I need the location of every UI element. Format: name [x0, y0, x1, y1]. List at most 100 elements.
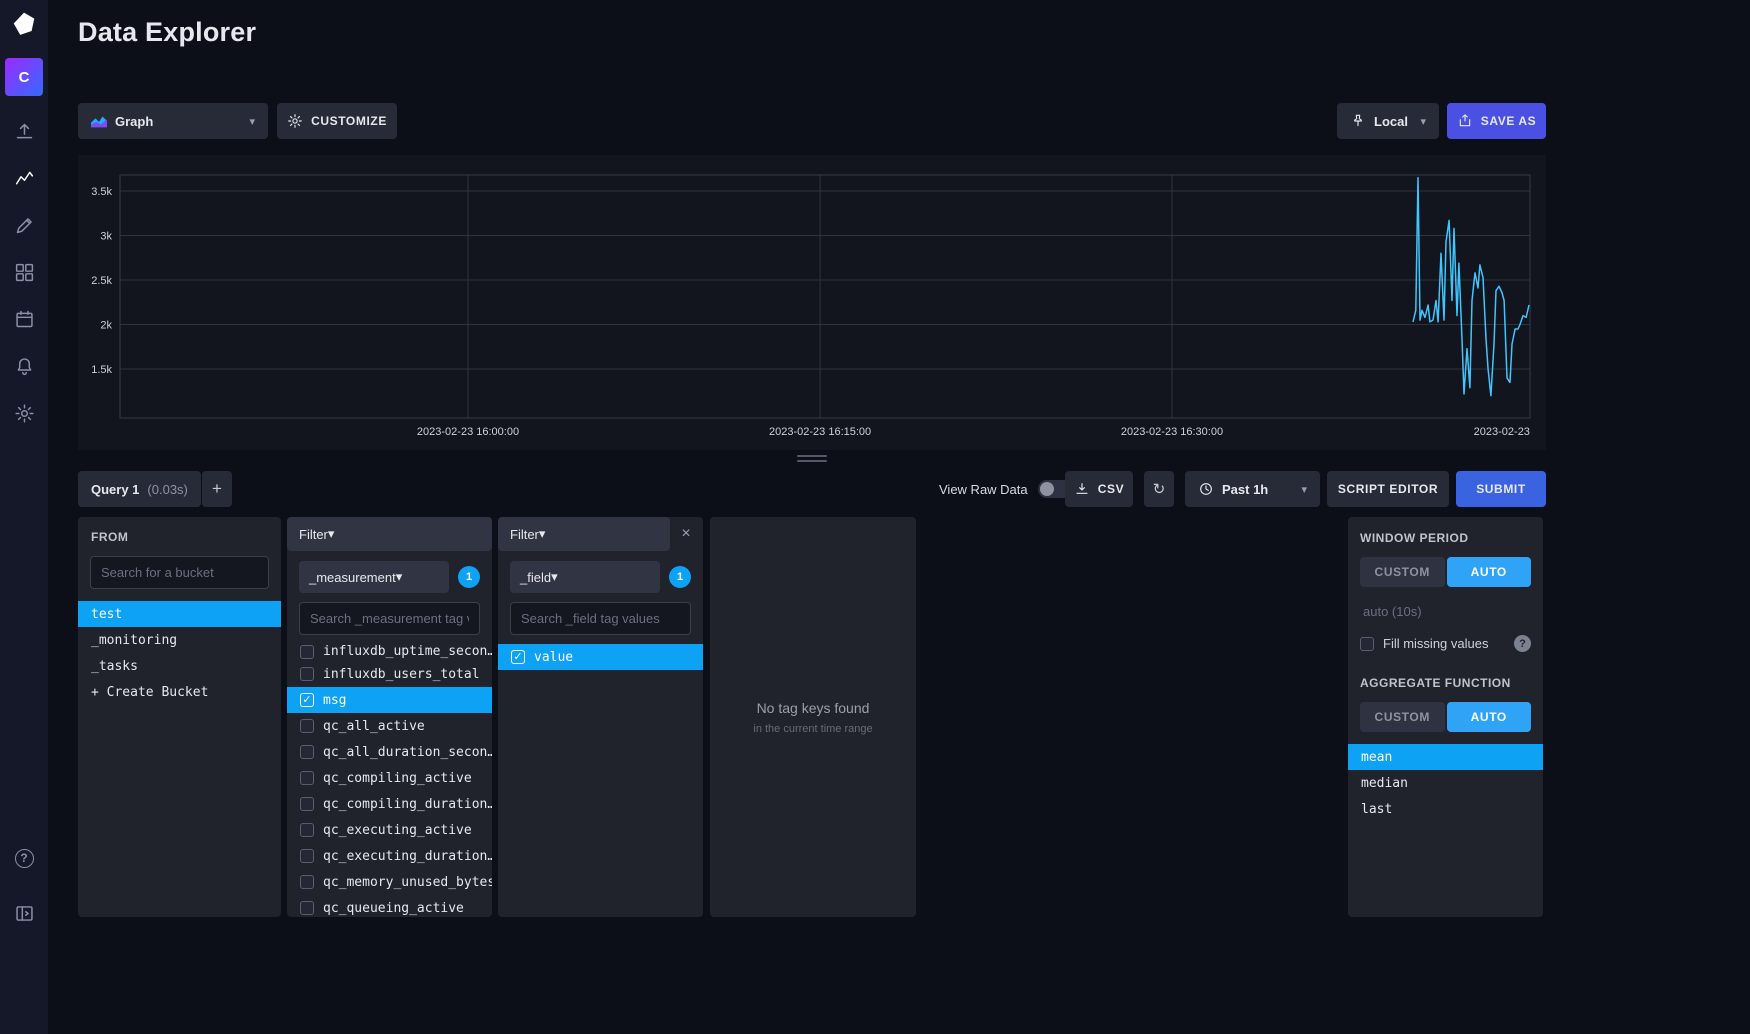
- upload-icon[interactable]: [13, 120, 35, 142]
- svg-text:2023-02-23: 2023-02-23: [1474, 426, 1530, 438]
- bucket-item[interactable]: + Create Bucket: [78, 679, 281, 705]
- checkbox[interactable]: [300, 875, 314, 889]
- save-as-label: SAVE AS: [1481, 114, 1537, 128]
- window-custom-button[interactable]: CUSTOM: [1360, 557, 1445, 587]
- item-label: qc_memory_unused_bytes: [323, 875, 492, 890]
- collapse-panel-icon[interactable]: [13, 902, 35, 924]
- time-range-dropdown[interactable]: Past 1h ▾: [1185, 471, 1320, 507]
- remove-filter-button[interactable]: ×: [677, 525, 695, 543]
- checkbox[interactable]: [300, 667, 314, 681]
- influxdb-logo-icon[interactable]: [11, 11, 37, 37]
- customize-button[interactable]: CUSTOMIZE: [277, 103, 397, 139]
- dashboards-icon[interactable]: [13, 261, 35, 283]
- aggregate-function-item[interactable]: last: [1348, 796, 1543, 822]
- aggregate-function-list: mean median last: [1348, 744, 1543, 822]
- bucket-item[interactable]: _monitoring: [78, 627, 281, 653]
- filter-type-dropdown[interactable]: Filter ▾: [287, 517, 492, 551]
- edit-pencil-icon[interactable]: [13, 214, 35, 236]
- checkbox[interactable]: [300, 901, 314, 915]
- clock-icon: [1198, 481, 1214, 497]
- add-query-button[interactable]: +: [202, 471, 232, 507]
- save-as-button[interactable]: SAVE AS: [1447, 103, 1546, 139]
- help-icon[interactable]: ?: [13, 847, 35, 869]
- help-circle-icon[interactable]: ?: [1514, 635, 1531, 652]
- time-series-chart: 3.5k3k2.5k2k1.5k2023-02-23 16:00:002023-…: [78, 155, 1546, 450]
- window-period-mode-toggle: CUSTOM AUTO: [1360, 557, 1531, 587]
- tag-key-label: _field: [520, 570, 551, 585]
- tag-key-dropdown[interactable]: _measurement ▾: [299, 561, 449, 593]
- export-icon: [1457, 113, 1473, 129]
- svg-text:1.5k: 1.5k: [91, 364, 112, 376]
- resize-drag-handle[interactable]: [797, 455, 827, 465]
- org-avatar[interactable]: C: [5, 58, 43, 96]
- alerts-bell-icon[interactable]: [13, 355, 35, 377]
- checkbox[interactable]: [300, 823, 314, 837]
- window-auto-button[interactable]: AUTO: [1447, 557, 1532, 587]
- measurement-item[interactable]: ✓msg: [287, 687, 492, 713]
- from-panel-title: FROM: [91, 530, 268, 544]
- aggregate-function-item[interactable]: mean: [1348, 744, 1543, 770]
- plus-icon: +: [212, 479, 222, 499]
- query-tab[interactable]: Query 1 (0.03s): [78, 471, 201, 507]
- submit-button[interactable]: SUBMIT: [1456, 471, 1546, 507]
- measurement-item[interactable]: influxdb_users_total: [287, 661, 492, 687]
- aggregate-auto-button[interactable]: AUTO: [1447, 702, 1532, 732]
- local-dropdown[interactable]: Local ▾: [1337, 103, 1439, 139]
- item-label: + Create Bucket: [91, 685, 208, 700]
- field-search-input[interactable]: [510, 602, 691, 635]
- field-list: ✓value: [498, 644, 703, 670]
- checkbox[interactable]: [300, 719, 314, 733]
- measurement-item[interactable]: qc_compiling_duration…: [287, 791, 492, 817]
- page-title: Data Explorer: [78, 17, 256, 48]
- checkbox[interactable]: ✓: [300, 693, 314, 707]
- settings-gear-icon[interactable]: [13, 402, 35, 424]
- filter-key-row: _measurement ▾ 1: [299, 561, 480, 593]
- data-explorer-page: C ? Data Explorer: [0, 0, 1750, 1034]
- tag-keys-empty-panel: No tag keys found in the current time ra…: [710, 517, 916, 917]
- checkbox[interactable]: [300, 771, 314, 785]
- measurement-item[interactable]: qc_all_active: [287, 713, 492, 739]
- item-label: qc_compiling_duration…: [323, 797, 492, 812]
- checkbox[interactable]: [300, 849, 314, 863]
- view-raw-data-control: View Raw Data: [939, 471, 1072, 507]
- field-item[interactable]: ✓value: [498, 644, 703, 670]
- tasks-calendar-icon[interactable]: [13, 308, 35, 330]
- csv-download-button[interactable]: CSV: [1065, 471, 1133, 507]
- measurement-search-input[interactable]: [299, 602, 480, 635]
- bucket-list: test_monitoring_tasks + Create Bucket: [78, 601, 281, 705]
- visualization-type-dropdown[interactable]: Graph ▾: [78, 103, 268, 139]
- data-explorer-graph-icon[interactable]: [13, 167, 35, 189]
- aggregate-custom-button[interactable]: CUSTOM: [1360, 702, 1445, 732]
- fill-missing-values-checkbox[interactable]: [1360, 637, 1374, 651]
- bucket-item[interactable]: _tasks: [78, 653, 281, 679]
- checkbox[interactable]: [300, 645, 314, 659]
- measurement-item[interactable]: qc_executing_duration…: [287, 843, 492, 869]
- checkbox[interactable]: ✓: [511, 650, 525, 664]
- measurement-item[interactable]: influxdb_uptime_secon…: [287, 644, 492, 661]
- item-label: qc_all_duration_secon…: [323, 745, 492, 760]
- item-label: median: [1361, 776, 1408, 791]
- tag-key-dropdown[interactable]: _field ▾: [510, 561, 660, 593]
- aggregate-function-item[interactable]: median: [1348, 770, 1543, 796]
- checkbox[interactable]: [300, 797, 314, 811]
- chevron-down-icon: ▾: [551, 569, 558, 585]
- measurement-item[interactable]: qc_all_duration_secon…: [287, 739, 492, 765]
- bucket-search-input[interactable]: [90, 556, 269, 589]
- measurement-item[interactable]: qc_executing_active: [287, 817, 492, 843]
- measurement-item[interactable]: qc_queueing_active: [287, 895, 492, 917]
- svg-text:2023-02-23 16:15:00: 2023-02-23 16:15:00: [769, 426, 871, 438]
- checkbox[interactable]: [300, 745, 314, 759]
- measurement-item[interactable]: qc_compiling_active: [287, 765, 492, 791]
- script-editor-button[interactable]: SCRIPT EDITOR: [1327, 471, 1449, 507]
- item-label: influxdb_users_total: [323, 667, 480, 682]
- script-editor-label: SCRIPT EDITOR: [1338, 482, 1438, 496]
- item-label: qc_all_active: [323, 719, 425, 734]
- bucket-item[interactable]: test: [78, 601, 281, 627]
- time-range-label: Past 1h: [1222, 482, 1268, 497]
- filter-type-dropdown[interactable]: Filter ▾: [498, 517, 670, 551]
- item-label: qc_compiling_active: [323, 771, 472, 786]
- refresh-button[interactable]: ↻: [1144, 471, 1174, 507]
- measurement-item[interactable]: qc_memory_unused_bytes: [287, 869, 492, 895]
- gear-icon: [287, 113, 303, 129]
- fill-missing-values-row: Fill missing values ?: [1360, 635, 1531, 652]
